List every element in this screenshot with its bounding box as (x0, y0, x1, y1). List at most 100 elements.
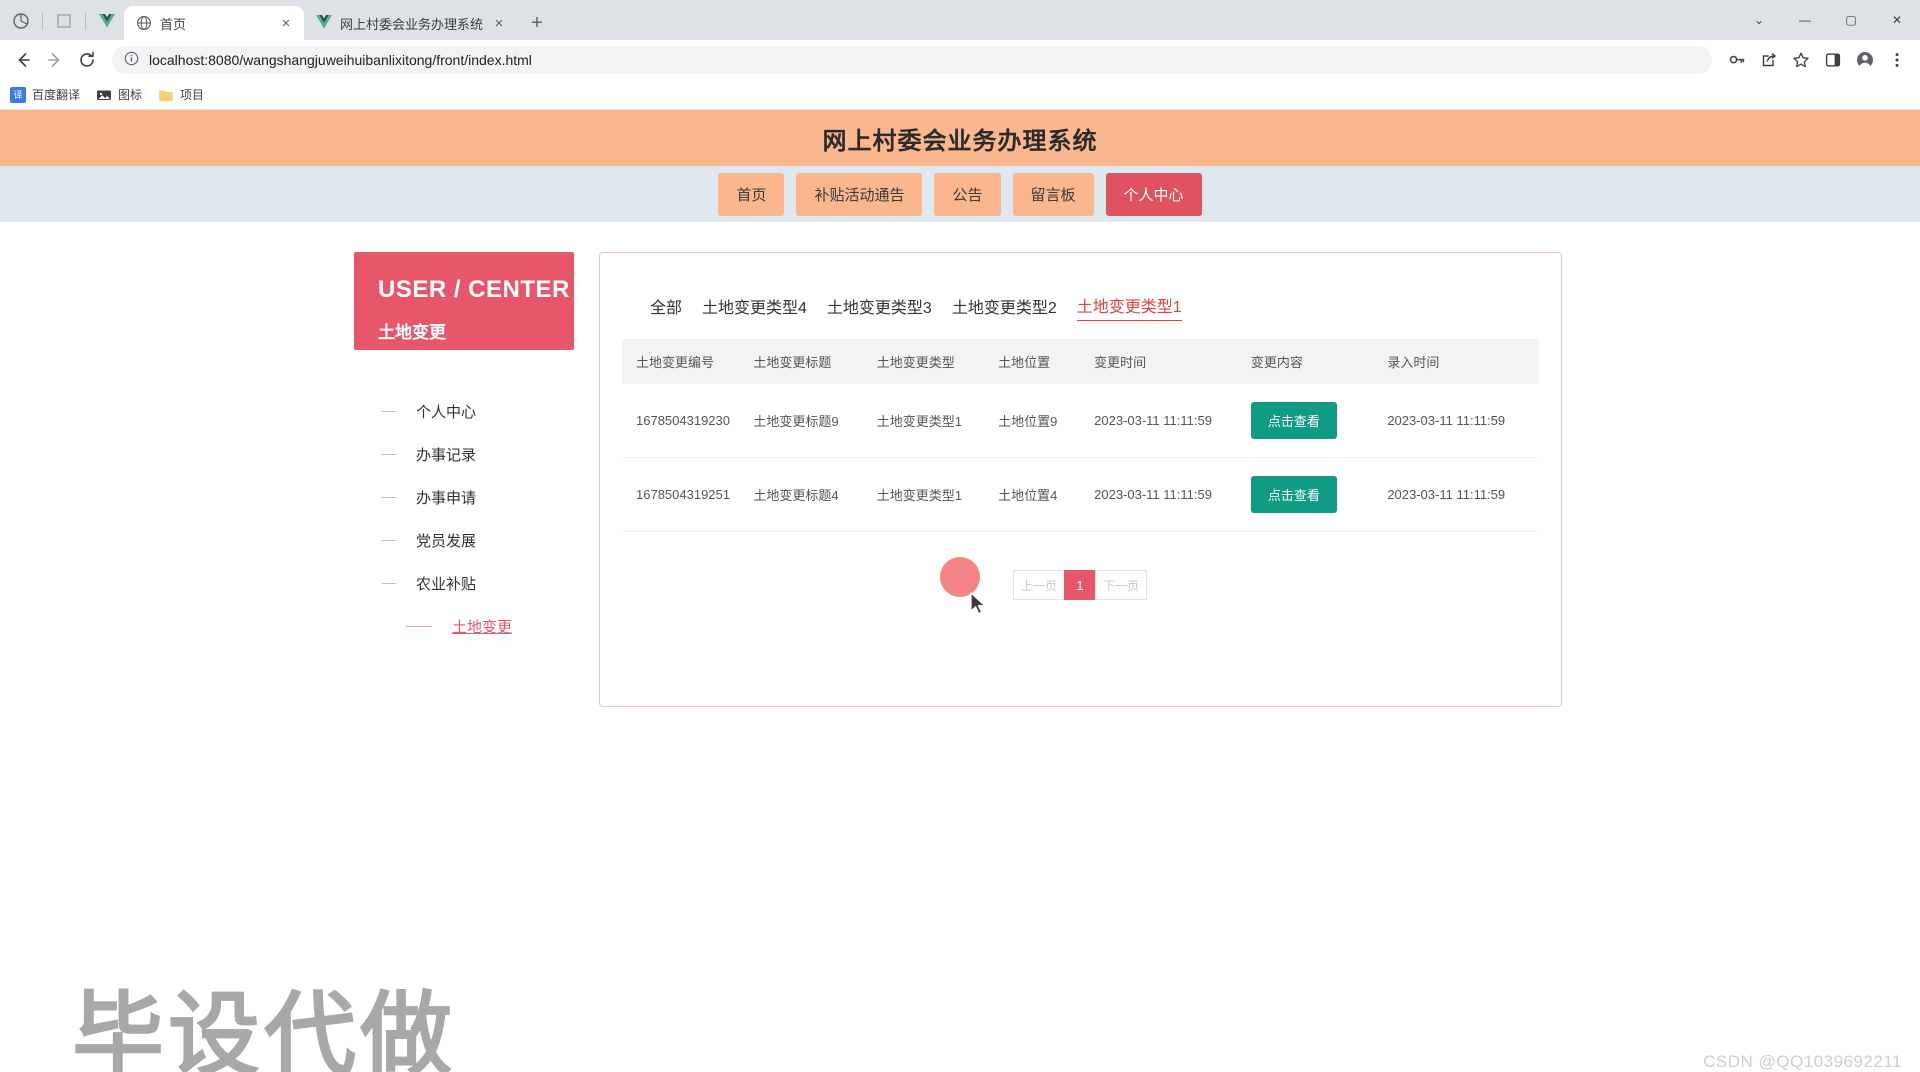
watermark-text: 毕设代做 (70, 982, 457, 1072)
vue-icon (316, 15, 332, 31)
close-icon[interactable]: × (278, 15, 294, 31)
divider (42, 12, 43, 30)
back-icon[interactable] (8, 45, 38, 75)
close-icon[interactable]: × (491, 15, 507, 31)
tab-search-icon[interactable] (47, 4, 81, 38)
sidebar-item-user-center[interactable]: 个人中心 (354, 390, 574, 433)
view-detail-button[interactable]: 点击查看 (1250, 476, 1337, 513)
main-navigation: 首页 补贴活动通告 公告 留言板 个人中心 (0, 166, 1920, 222)
nav-item-announcement[interactable]: 公告 (934, 172, 1001, 216)
sidebar-item-label: 个人中心 (416, 404, 477, 421)
reload-icon[interactable] (72, 45, 102, 75)
nav-item-home[interactable]: 首页 (718, 172, 785, 216)
csdn-watermark: CSDN @QQ1039692211 (1703, 1052, 1902, 1071)
sidebar-item-land-change[interactable]: 土地变更 (354, 605, 574, 648)
user-center-title: USER / CENTER (378, 276, 570, 303)
filter-tab-type2[interactable]: 土地变更类型2 (952, 294, 1057, 321)
tab-title: 网上村委会业务办理系统 (340, 16, 484, 32)
dash-icon (382, 497, 396, 498)
sidebar-item-label: 党员发展 (416, 533, 477, 550)
tab-title: 首页 (160, 16, 187, 32)
cell-title[interactable]: 土地变更标题4 (753, 457, 877, 532)
filter-tab-type3[interactable]: 土地变更类型3 (827, 294, 932, 321)
sidepanel-icon[interactable] (1818, 45, 1848, 75)
column-header-no: 土地变更编号 (622, 339, 754, 384)
cell-content: 点击查看 (1250, 457, 1388, 532)
menu-icon[interactable] (1882, 45, 1912, 75)
address-bar[interactable]: localhost:8080/wangshangjuweihuibanlixit… (112, 46, 1712, 74)
chevron-down-icon[interactable]: ⌄ (1736, 0, 1782, 40)
table-row[interactable]: 1678504319230 土地变更标题9 土地变更类型1 土地位置9 2023… (622, 384, 1539, 458)
column-header-title: 土地变更标题 (753, 339, 877, 384)
browser-toolbar: localhost:8080/wangshangjuweihuibanlixit… (0, 40, 1920, 80)
star-icon[interactable] (1786, 45, 1816, 75)
key-icon[interactable] (1722, 45, 1752, 75)
content-area: USER / CENTER 土地变更 个人中心 办事记录 办事申请 党员发展 农… (0, 222, 1920, 1072)
filter-tab-type1[interactable]: 土地变更类型1 (1076, 293, 1182, 321)
sidebar-item-applications[interactable]: 办事申请 (354, 476, 574, 519)
page-viewport: 网上村委会业务办理系统 首页 补贴活动通告 公告 留言板 个人中心 USER /… (0, 110, 1920, 1072)
cell-type: 土地变更类型1 (876, 384, 999, 458)
sidebar-item-label: 土地变更 (452, 619, 513, 636)
filter-tabs: 全部 土地变更类型4 土地变更类型3 土地变更类型2 土地变更类型1 (622, 281, 1539, 339)
cell-location: 土地位置9 (998, 384, 1095, 458)
sidebar-item-label: 农业补贴 (416, 576, 477, 593)
cell-entry-time: 2023-03-11 11:11:59 (1387, 384, 1539, 458)
sidebar-menu: 个人中心 办事记录 办事申请 党员发展 农业补贴 土地变更 (354, 390, 574, 648)
share-icon[interactable] (1754, 45, 1784, 75)
maximize-button[interactable]: ▢ (1828, 0, 1874, 40)
cell-no: 1678504319230 (622, 384, 754, 458)
bookmarks-bar: 译 百度翻译 图标 项目 (0, 80, 1920, 110)
sidebar: USER / CENTER 土地变更 个人中心 办事记录 办事申请 党员发展 农… (354, 252, 574, 707)
bookmark-item[interactable]: 译 百度翻译 (10, 86, 80, 103)
dash-icon (382, 540, 396, 541)
new-tab-button[interactable]: + (523, 9, 551, 37)
dash-icon (382, 411, 396, 412)
tab-strip: 首页 × 网上村委会业务办理系统 × + ⌄ — ▢ ✕ (0, 0, 1920, 40)
close-window-button[interactable]: ✕ (1874, 0, 1920, 40)
sidebar-item-records[interactable]: 办事记录 (354, 433, 574, 476)
cell-content: 点击查看 (1250, 384, 1388, 458)
filter-tab-all[interactable]: 全部 (650, 294, 682, 321)
land-change-table: 土地变更编号 土地变更标题 土地变更类型 土地位置 变更时间 变更内容 录入时间 (622, 339, 1539, 532)
bookmark-label: 百度翻译 (32, 88, 81, 102)
url-text: localhost:8080/wangshangjuweihuibanlixit… (149, 52, 532, 68)
cell-change-time: 2023-03-11 11:11:59 (1094, 457, 1251, 532)
forward-icon[interactable] (40, 45, 70, 75)
browser-tab-active[interactable]: 首页 × (124, 6, 304, 40)
globe-icon (136, 15, 152, 31)
dash-icon (406, 626, 432, 627)
dash-icon (382, 454, 396, 455)
dash-icon (382, 583, 396, 584)
bookmark-item[interactable]: 项目 (158, 86, 204, 103)
sidebar-item-agricultural-subsidy[interactable]: 农业补贴 (354, 562, 574, 605)
view-detail-button[interactable]: 点击查看 (1250, 402, 1337, 439)
pagination: 上一页 1 下一页 (622, 570, 1539, 600)
pagination-prev-button[interactable]: 上一页 (1013, 570, 1065, 600)
nav-item-user-center[interactable]: 个人中心 (1105, 172, 1202, 216)
pagination-page-1[interactable]: 1 (1064, 570, 1096, 600)
toolbar-right-icons (1722, 45, 1912, 75)
nav-item-subsidy-notice[interactable]: 补贴活动通告 (796, 172, 923, 216)
bookmark-item[interactable]: 图标 (96, 86, 142, 103)
vue-app-icon (90, 4, 124, 38)
minimize-button[interactable]: — (1782, 0, 1828, 40)
profile-icon[interactable] (1850, 45, 1880, 75)
user-center-subtitle: 土地变更 (378, 323, 446, 342)
cell-title[interactable]: 土地变更标题9 (753, 384, 877, 458)
info-circle-icon[interactable] (124, 51, 139, 69)
column-header-location: 土地位置 (998, 339, 1095, 384)
browser-window: 首页 × 网上村委会业务办理系统 × + ⌄ — ▢ ✕ localhost:8… (0, 0, 1920, 1072)
sidebar-item-label: 办事记录 (416, 447, 477, 464)
translate-icon: 译 (10, 86, 26, 103)
filter-tab-type4[interactable]: 土地变更类型4 (702, 294, 807, 321)
pagination-next-button[interactable]: 下一页 (1095, 570, 1147, 600)
cell-entry-time: 2023-03-11 11:11:59 (1387, 457, 1539, 532)
table-row[interactable]: 1678504319251 土地变更标题4 土地变更类型1 土地位置4 2023… (622, 457, 1539, 532)
page-title: 网上村委会业务办理系统 (822, 127, 1098, 155)
sidebar-item-party-development[interactable]: 党员发展 (354, 519, 574, 562)
browser-tab-inactive[interactable]: 网上村委会业务办理系统 × (304, 6, 518, 40)
table-header: 土地变更编号 土地变更标题 土地变更类型 土地位置 变更时间 变更内容 录入时间 (622, 339, 1539, 384)
bookmark-label: 项目 (180, 88, 205, 102)
nav-item-message-board[interactable]: 留言板 (1012, 172, 1094, 216)
